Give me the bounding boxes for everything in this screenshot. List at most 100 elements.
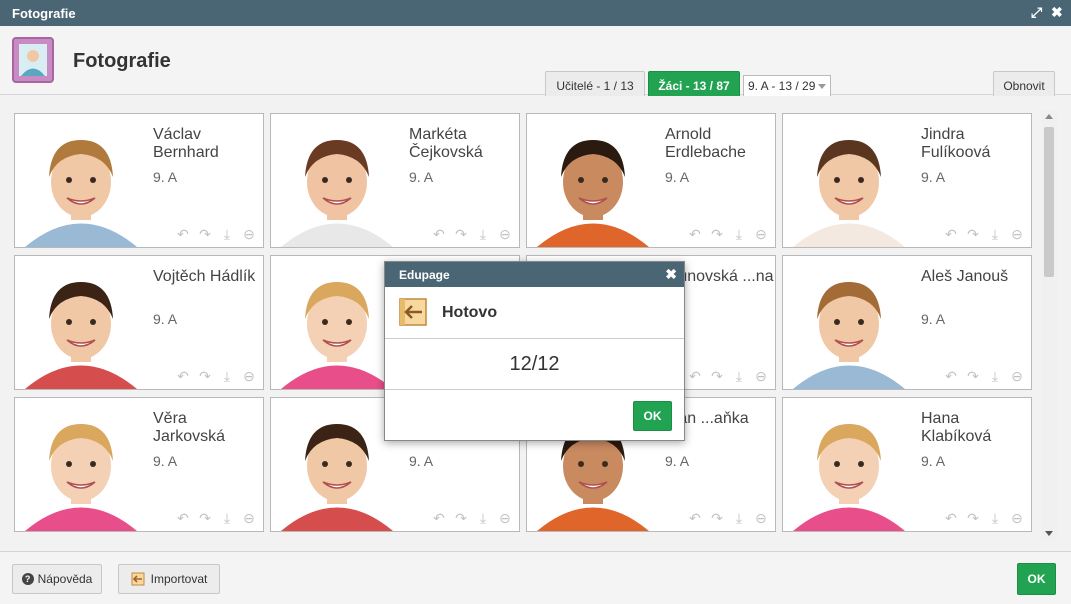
remove-icon[interactable]: ⊖ — [497, 227, 513, 241]
card-actions: ↶ ↷ ⤓ ⊖ — [687, 369, 769, 383]
student-name: Jindra Fulíkoová — [921, 126, 991, 161]
download-icon[interactable]: ⤓ — [731, 511, 747, 525]
student-card[interactable]: Václav Bernhard 9. A ↶ ↷ ⤓ ⊖ — [14, 113, 264, 248]
student-card[interactable]: Jindra Fulíkoová 9. A ↶ ↷ ⤓ ⊖ — [782, 113, 1032, 248]
undo-icon[interactable]: ↶ — [943, 227, 959, 241]
dialog-header: Hotovo — [385, 287, 684, 339]
download-icon[interactable]: ⤓ — [219, 511, 235, 525]
student-photo — [529, 122, 657, 247]
student-photo — [17, 264, 145, 389]
remove-icon[interactable]: ⊖ — [753, 227, 769, 241]
download-icon[interactable]: ⤓ — [731, 227, 747, 241]
remove-icon[interactable]: ⊖ — [241, 511, 257, 525]
student-photo — [17, 122, 145, 247]
download-icon[interactable]: ⤓ — [475, 227, 491, 241]
download-icon[interactable]: ⤓ — [219, 227, 235, 241]
dialog-title: Edupage — [399, 268, 450, 282]
photo-frame-icon — [12, 37, 54, 83]
card-actions: ↶ ↷ ⤓ ⊖ — [175, 369, 257, 383]
card-actions: ↶ ↷ ⤓ ⊖ — [431, 511, 513, 525]
undo-icon[interactable]: ↶ — [431, 511, 447, 525]
student-class: 9. A — [153, 311, 178, 327]
window-title: Fotografie — [12, 6, 76, 21]
undo-icon[interactable]: ↶ — [175, 369, 191, 383]
help-icon: ? — [21, 573, 34, 585]
undo-icon[interactable]: ↶ — [431, 227, 447, 241]
student-card[interactable]: Hana Klabíková 9. A ↶ ↷ ⤓ ⊖ — [782, 397, 1032, 532]
student-card[interactable]: Markéta Čejkovská 9. A ↶ ↷ ⤓ ⊖ — [270, 113, 520, 248]
card-actions: ↶ ↷ ⤓ ⊖ — [175, 227, 257, 241]
redo-icon[interactable]: ↷ — [453, 227, 469, 241]
student-name: Arnold Erdlebache — [665, 126, 746, 161]
scrollbar-thumb[interactable] — [1044, 127, 1054, 277]
redo-icon[interactable]: ↷ — [709, 369, 725, 383]
import-label: Importovat — [150, 572, 208, 586]
redo-icon[interactable]: ↷ — [197, 369, 213, 383]
student-photo — [785, 264, 913, 389]
student-card[interactable]: Arnold Erdlebache 9. A ↶ ↷ ⤓ ⊖ — [526, 113, 776, 248]
maximize-icon[interactable]: ⤢ — [1031, 4, 1042, 21]
footer: ? Nápověda Importovat OK — [0, 551, 1071, 604]
redo-icon[interactable]: ↷ — [197, 227, 213, 241]
student-class: 9. A — [409, 453, 434, 469]
scroll-down-icon[interactable] — [1045, 531, 1053, 536]
redo-icon[interactable]: ↷ — [453, 511, 469, 525]
scrollbar[interactable] — [1041, 110, 1057, 540]
remove-icon[interactable]: ⊖ — [753, 369, 769, 383]
undo-icon[interactable]: ↶ — [687, 369, 703, 383]
class-select[interactable]: 9. A - 13 / 29 — [743, 75, 831, 97]
remove-icon[interactable]: ⊖ — [1009, 227, 1025, 241]
student-class: 9. A — [665, 169, 690, 185]
download-icon[interactable]: ⤓ — [987, 511, 1003, 525]
undo-icon[interactable]: ↶ — [687, 511, 703, 525]
redo-icon[interactable]: ↷ — [965, 227, 981, 241]
import-button[interactable]: Importovat — [118, 564, 220, 594]
redo-icon[interactable]: ↷ — [197, 511, 213, 525]
remove-icon[interactable]: ⊖ — [753, 511, 769, 525]
chevron-down-icon — [818, 84, 826, 89]
student-photo — [785, 122, 913, 247]
student-name: Václav Bernhard — [153, 126, 219, 161]
remove-icon[interactable]: ⊖ — [241, 369, 257, 383]
undo-icon[interactable]: ↶ — [687, 227, 703, 241]
undo-icon[interactable]: ↶ — [943, 369, 959, 383]
card-actions: ↶ ↷ ⤓ ⊖ — [687, 511, 769, 525]
remove-icon[interactable]: ⊖ — [497, 511, 513, 525]
window-titlebar: Fotografie ⤢ ✖ — [0, 0, 1071, 26]
redo-icon[interactable]: ↷ — [709, 227, 725, 241]
undo-icon[interactable]: ↶ — [175, 227, 191, 241]
footer-ok-button[interactable]: OK — [1017, 563, 1056, 595]
student-class: 9. A — [153, 453, 178, 469]
student-name: Markéta Čejkovská — [409, 126, 483, 161]
download-icon[interactable]: ⤓ — [987, 369, 1003, 383]
remove-icon[interactable]: ⊖ — [1009, 369, 1025, 383]
download-icon[interactable]: ⤓ — [987, 227, 1003, 241]
dialog-titlebar: Edupage ✖ — [385, 262, 684, 287]
card-actions: ↶ ↷ ⤓ ⊖ — [431, 227, 513, 241]
class-select-value: 9. A - 13 / 29 — [748, 79, 816, 93]
dialog-ok-button[interactable]: OK — [633, 401, 672, 431]
student-class: 9. A — [921, 311, 946, 327]
student-card[interactable]: Aleš Janouš 9. A ↶ ↷ ⤓ ⊖ — [782, 255, 1032, 390]
student-class: 9. A — [153, 169, 178, 185]
student-photo — [785, 406, 913, 531]
remove-icon[interactable]: ⊖ — [241, 227, 257, 241]
student-card[interactable]: Vojtěch Hádlík 9. A ↶ ↷ ⤓ ⊖ — [14, 255, 264, 390]
download-icon[interactable]: ⤓ — [219, 369, 235, 383]
download-icon[interactable]: ⤓ — [731, 369, 747, 383]
undo-icon[interactable]: ↶ — [943, 511, 959, 525]
student-card[interactable]: Věra Jarkovská 9. A ↶ ↷ ⤓ ⊖ — [14, 397, 264, 532]
remove-icon[interactable]: ⊖ — [1009, 511, 1025, 525]
import-icon — [399, 298, 427, 326]
redo-icon[interactable]: ↷ — [709, 511, 725, 525]
close-icon[interactable]: ✖ — [1051, 4, 1063, 21]
redo-icon[interactable]: ↷ — [965, 369, 981, 383]
dialog-close-icon[interactable]: ✖ — [665, 266, 677, 283]
help-button[interactable]: ? Nápověda — [12, 564, 102, 594]
undo-icon[interactable]: ↶ — [175, 511, 191, 525]
redo-icon[interactable]: ↷ — [965, 511, 981, 525]
download-icon[interactable]: ⤓ — [475, 511, 491, 525]
student-photo — [273, 264, 401, 389]
student-photo — [273, 406, 401, 531]
scroll-up-icon[interactable] — [1045, 114, 1053, 119]
